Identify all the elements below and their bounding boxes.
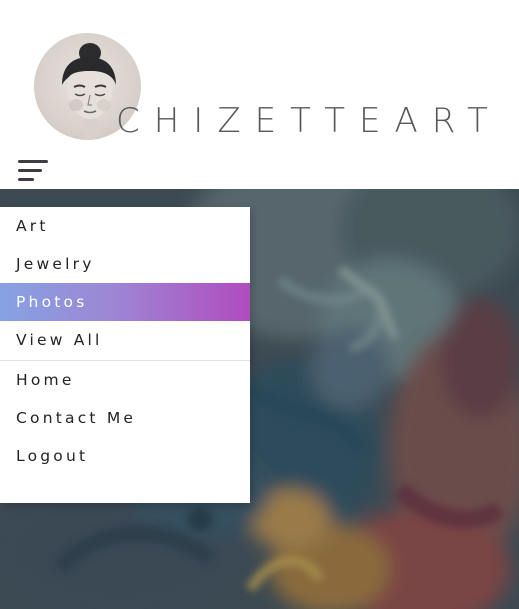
menu-item-home[interactable]: Home xyxy=(0,361,250,399)
menu-item-art[interactable]: Art xyxy=(0,207,250,245)
primary-menu-list: Art Jewelry Photos View All xyxy=(0,207,250,359)
hamburger-menu-icon[interactable] xyxy=(18,160,50,184)
menu-item-contact-me[interactable]: Contact Me xyxy=(0,399,250,437)
menu-line xyxy=(18,160,48,163)
page: CHIZETTEART Art Jewelry Photos View All … xyxy=(0,0,519,609)
menu-line xyxy=(18,178,34,181)
brand-wordmark[interactable]: CHIZETTEART xyxy=(116,100,502,142)
menu-item-jewelry[interactable]: Jewelry xyxy=(0,245,250,283)
menu-item-logout[interactable]: Logout xyxy=(0,437,250,475)
menu-line xyxy=(18,169,42,172)
menu-item-photos[interactable]: Photos xyxy=(0,283,250,321)
menu-item-view-all[interactable]: View All xyxy=(0,321,250,359)
nav-dropdown-menu: Art Jewelry Photos View All Home Contact… xyxy=(0,207,250,503)
secondary-menu-list: Home Contact Me Logout xyxy=(0,361,250,475)
